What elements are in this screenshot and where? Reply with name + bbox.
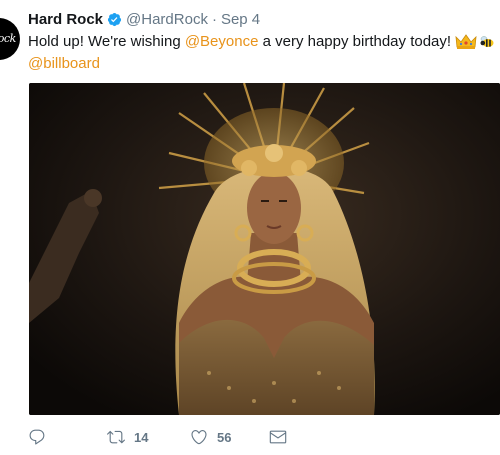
reply-icon <box>29 429 45 445</box>
bee-emoji <box>479 35 495 49</box>
separator-dot: · <box>211 10 217 28</box>
mention-billboard-link[interactable]: @billboard <box>28 53 100 75</box>
direct-message-button[interactable] <box>269 428 287 446</box>
tweet-text-part: Hold up! We're wishing <box>28 33 185 50</box>
tweet: Rock Hard Rock @HardRock · Sep 4 Hold up… <box>0 0 500 455</box>
reply-button[interactable] <box>28 428 55 446</box>
tweet-actions: 14 56 <box>28 428 500 448</box>
like-button[interactable]: 56 <box>190 428 231 446</box>
mention-beyonce-link[interactable]: @Beyonce <box>185 31 259 53</box>
tweet-text-line-2: @billboard <box>28 53 500 75</box>
crown-emoji <box>455 34 477 50</box>
retweet-button[interactable]: 14 <box>107 428 148 446</box>
envelope-icon <box>269 430 287 444</box>
heart-icon <box>191 430 207 445</box>
avatar-logo: Rock <box>0 32 16 45</box>
retweet-icon <box>107 430 125 444</box>
tweet-text-line-1: Hold up! We're wishing @Beyonce a very h… <box>28 31 500 53</box>
avatar[interactable]: Rock <box>0 18 20 60</box>
tweet-text: Hold up! We're wishing @Beyonce a very h… <box>28 31 500 75</box>
display-name[interactable]: Hard Rock <box>28 11 103 28</box>
like-count: 56 <box>217 429 232 445</box>
photo-image <box>29 83 500 415</box>
tweet-photo[interactable] <box>29 83 500 415</box>
verified-badge-icon <box>107 12 122 27</box>
tweet-header: Hard Rock @HardRock · Sep 4 <box>28 9 260 29</box>
user-handle[interactable]: @HardRock <box>126 11 208 28</box>
retweet-count: 14 <box>134 429 149 445</box>
tweet-text-part: a very happy birthday today! <box>258 33 452 50</box>
timestamp[interactable]: Sep 4 <box>221 11 260 28</box>
